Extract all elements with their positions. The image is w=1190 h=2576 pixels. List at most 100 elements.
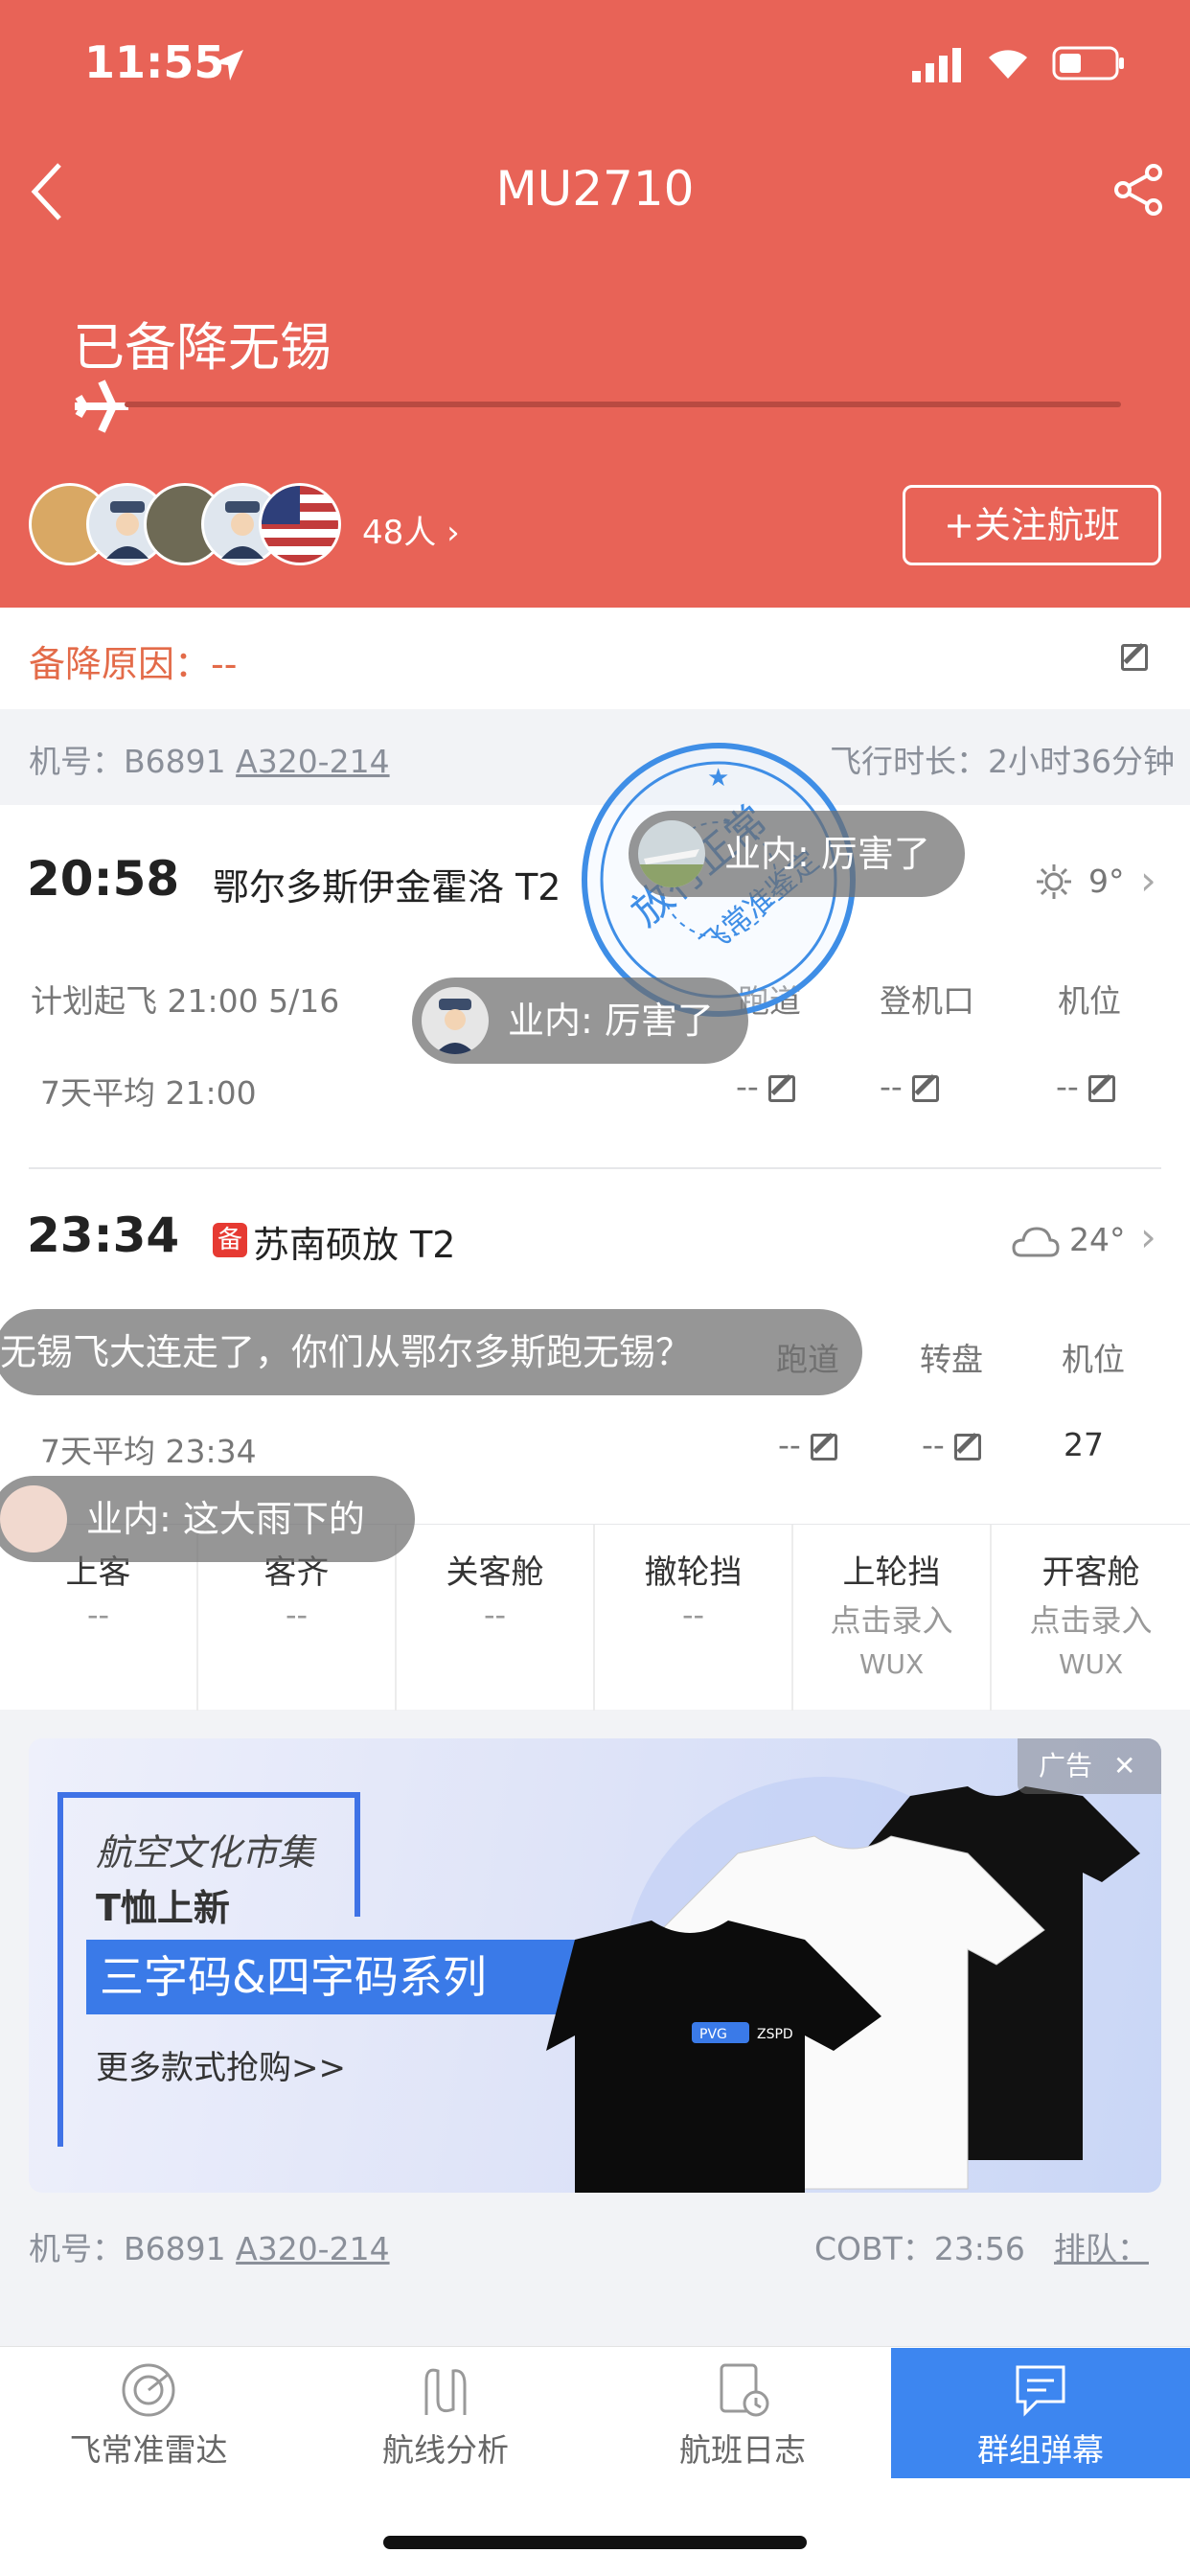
arrival-airport: 苏南硕放 T2 [253,1224,456,1266]
queue-link[interactable]: 排队： [1054,2223,1149,2269]
edit-icon[interactable] [1087,1074,1115,1102]
status-time: 11:55 [84,36,225,88]
ground-op-label: 撤轮挡 [644,1553,743,1592]
avatar [259,483,341,565]
ad-line1: 航空文化市集 [96,1831,315,1874]
departure-gate-value[interactable]: -- [880,1068,939,1105]
sun-icon [1037,864,1071,899]
cloud-icon [1012,1227,1060,1257]
aircraft-reg: 机号：B6891 A320-214 [29,736,390,782]
tshirt-label2: ZSPD [757,2027,793,2042]
ad-bracket-right [355,1792,360,1917]
route-icon [424,2368,467,2415]
pilot-icon [435,999,475,1054]
ground-op-label: 开客舱 [1041,1553,1140,1592]
edit-icon[interactable] [767,1074,795,1102]
diversion-badge: 备 [213,1223,247,1257]
gate-value: -- [880,1068,903,1105]
diversion-reason-row: 备降原因：-- [0,608,1190,709]
ground-op-cell: 关客舱 -- [397,1525,595,1711]
departure-runway-value[interactable]: -- [736,1068,795,1105]
ground-op-value: -- [483,1597,507,1633]
nav-flight-log[interactable]: 航班日志 [594,2348,891,2492]
tshirt-image: PVG ZSPD [546,1786,1140,2193]
runway-value: -- [736,1068,759,1105]
avatar [0,1485,67,1552]
ground-op-label: 上轮挡 [842,1553,941,1592]
departure-time: 20:58 [27,851,180,907]
star-icon: ★ [707,764,729,793]
danmu-text: 业内: 厉害了 [724,833,930,875]
ground-op-label: 关客舱 [446,1553,544,1592]
battery-icon [1052,46,1124,80]
departure-col-stand: 机位 [1058,982,1121,1020]
cobt-time: COBT：23:56 [814,2230,1025,2267]
nav-route-analysis[interactable]: 航线分析 [297,2348,594,2492]
aircraft-reg-value: B6891 [124,743,226,780]
departure-stand-value[interactable]: -- [1056,1068,1115,1105]
aircraft-model-link[interactable]: A320-214 [236,743,389,780]
page-title: MU2710 [495,161,695,217]
ground-op-cell: 撤轮挡 -- [595,1525,793,1711]
signal-icon [912,48,961,82]
nav-log-label: 航班日志 [679,2431,806,2469]
arrival-col-carousel: 转盘 [920,1341,983,1378]
log-icon [720,2363,769,2417]
chevron-right-icon[interactable]: › [1140,857,1156,904]
ground-op-airport: WUX [858,1648,925,1680]
edit-icon[interactable] [1121,644,1148,671]
arrival-carousel-value[interactable]: -- [922,1426,981,1463]
followers-count[interactable]: 48人 › [362,506,460,553]
home-indicator [383,2536,807,2549]
flight-duration: 飞行时长：2小时36分钟 [830,743,1175,780]
ad-highlight: 三字码&四字码系列 [86,1940,584,2014]
flight-header: 11:55 MU2710 已备降无锡 48人 › +关注航班 [0,0,1190,608]
ad-bracket [57,1792,63,2147]
ground-op-cell[interactable]: 上轮挡点击录入 WUX [793,1525,992,1711]
chevron-right-icon[interactable]: › [1140,1213,1156,1260]
ground-op-cell[interactable]: 开客舱 点击录入 WUX [992,1525,1190,1711]
nav-radar[interactable]: 飞常准雷达 [0,2348,297,2492]
arrival-col-stand: 机位 [1062,1341,1125,1378]
danmu-bubble[interactable]: 业内: 厉害了 [412,978,748,1064]
ad-cta: 更多款式抢购>> [96,2049,346,2087]
nav-danmu-label: 群组弹幕 [977,2431,1104,2469]
aircraft-reg-value: B6891 [124,2230,226,2267]
ground-op-value: 点击录入 [830,1602,953,1639]
location-arrow-icon [213,50,243,80]
followers-count-text: 48人 [362,514,437,552]
stand-value: -- [1056,1068,1079,1105]
radar-icon [122,2363,175,2417]
carousel-value: -- [922,1426,945,1463]
ad-tag-text: 广告 [1039,1750,1093,1782]
ad-line2: T恤上新 [96,1887,230,1929]
aircraft-reg-label: 机号： [29,2230,124,2267]
aircraft-reg-label: 机号： [29,743,124,780]
departure-temp: 9° [1088,862,1125,900]
ground-op-airport: WUX [1058,1648,1124,1680]
aircraft-model-link[interactable]: A320-214 [236,2230,389,2267]
arrival-temp: 24° [1069,1221,1126,1258]
edit-icon[interactable] [911,1074,939,1102]
follow-flight-button[interactable]: +关注航班 [903,485,1161,565]
follower-avatars[interactable] [29,483,345,565]
arrival-time: 23:34 [27,1208,180,1263]
close-icon[interactable]: ✕ [1113,1750,1135,1782]
edit-icon[interactable] [953,1433,981,1460]
ground-op-value: -- [86,1597,110,1633]
tshirt-label1: PVG [699,2027,727,2042]
ad-banner[interactable]: 航空文化市集 T恤上新 三字码&四字码系列 更多款式抢购>> PVG ZSPD … [29,1738,1161,2193]
wifi-icon [989,50,1027,79]
share-icon[interactable] [1111,163,1165,217]
danmu-bubble[interactable]: 业内: 这大雨下的 [0,1476,415,1562]
chat-icon [1016,2365,1065,2417]
departure-airport: 鄂尔多斯伊金霍洛 T2 [213,866,561,908]
danmu-bubble[interactable]: 业内: 厉害了 [629,811,965,897]
arrival-runway-value[interactable]: -- [778,1426,837,1463]
edit-icon[interactable] [810,1433,837,1460]
nav-group-danmu[interactable]: 群组弹幕 [891,2348,1190,2478]
nav-radar-label: 飞常准雷达 [69,2431,228,2469]
danmu-bubble[interactable]: 无锡飞大连走了，你们从鄂尔多斯跑无锡？ [0,1309,862,1395]
danmu-text: 业内: 厉害了 [508,1000,714,1042]
nav-route-label: 航线分析 [382,2431,509,2469]
